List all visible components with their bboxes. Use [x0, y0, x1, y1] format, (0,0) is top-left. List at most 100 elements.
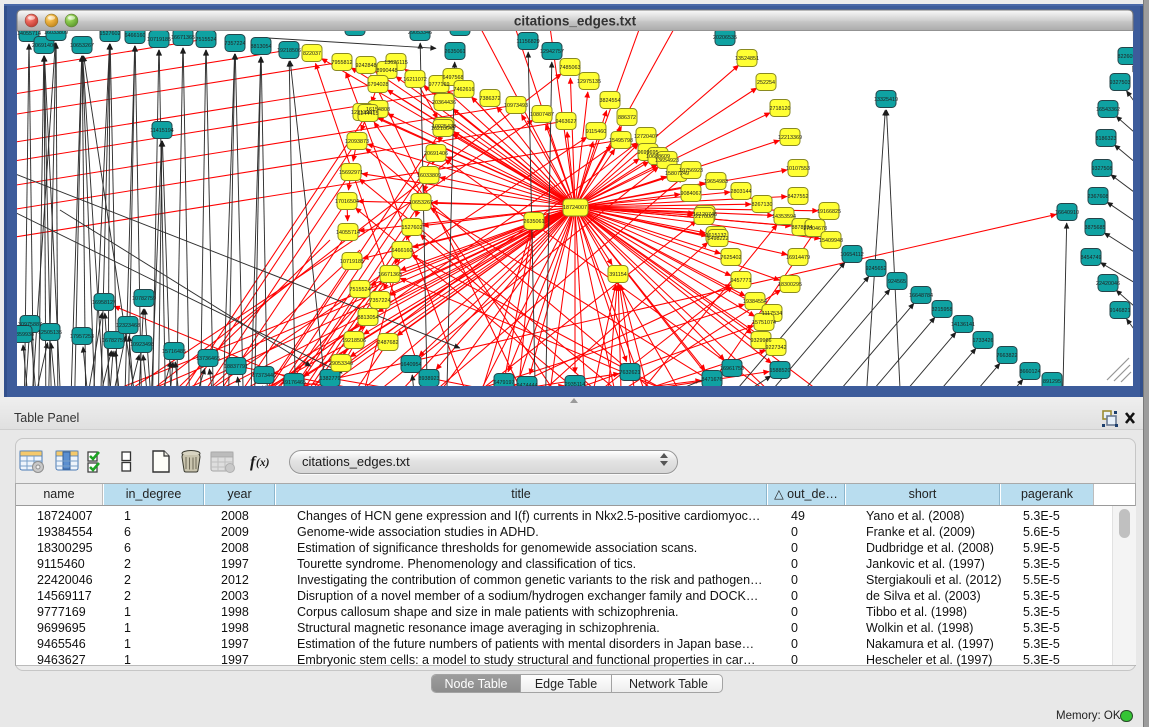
svg-text:9115460: 9115460 [586, 129, 607, 135]
svg-text:17373446: 17373446 [252, 373, 276, 379]
svg-text:16033809: 16033809 [417, 173, 441, 179]
svg-text:13524851: 13524851 [735, 56, 759, 62]
svg-text:1382779: 1382779 [320, 376, 341, 382]
svg-text:7515524: 7515524 [196, 37, 217, 43]
svg-text:2803144: 2803144 [731, 189, 752, 195]
svg-text:14055714: 14055714 [336, 230, 360, 236]
svg-text:252254: 252254 [757, 80, 775, 86]
svg-text:16543362: 16543362 [1096, 107, 1120, 113]
svg-text:16671365: 16671365 [378, 272, 402, 278]
svg-text:8990448: 8990448 [377, 68, 398, 74]
svg-text:7357224: 7357224 [370, 298, 391, 304]
svg-text:8454749: 8454749 [1081, 255, 1102, 261]
svg-text:18837791: 18837791 [224, 364, 248, 370]
svg-text:15716485: 15716485 [162, 349, 186, 355]
svg-text:16782759: 16782759 [102, 338, 126, 344]
svg-text:13626115: 13626115 [384, 60, 408, 66]
svg-text:8813054: 8813054 [251, 44, 272, 50]
svg-text:8267130: 8267130 [752, 202, 773, 208]
svg-text:16210643: 16210643 [431, 126, 455, 132]
svg-text:15692971: 15692971 [339, 170, 363, 176]
svg-text:12720407: 12720407 [634, 134, 658, 140]
svg-text:924565: 924565 [888, 279, 906, 285]
svg-text:12505135: 12505135 [38, 330, 62, 336]
svg-text:29053346: 29053346 [329, 361, 353, 367]
svg-text:10782759: 10782759 [132, 296, 156, 302]
svg-text:9084067: 9084067 [681, 191, 702, 197]
svg-text:6466160: 6466160 [392, 248, 413, 254]
svg-text:20206535: 20206535 [713, 35, 737, 41]
svg-text:10719185: 10719185 [147, 37, 171, 43]
svg-text:13325419: 13325419 [874, 97, 898, 103]
svg-text:9327503: 9327503 [1110, 80, 1131, 86]
svg-text:13736465: 13736465 [196, 356, 220, 362]
svg-text:1117534: 1117534 [762, 311, 782, 317]
svg-text:20364436: 20364436 [432, 100, 456, 106]
svg-text:7357224: 7357224 [225, 41, 246, 47]
svg-text:10973493: 10973493 [504, 103, 528, 109]
svg-text:8427552: 8427552 [788, 194, 809, 200]
svg-text:10653267: 10653267 [409, 200, 433, 206]
svg-text:17016504: 17016504 [335, 199, 359, 205]
svg-text:19166825: 19166825 [817, 209, 841, 215]
svg-text:7485063: 7485063 [560, 65, 581, 71]
svg-text:9146821: 9146821 [1110, 308, 1131, 314]
svg-text:22420046: 22420046 [1096, 281, 1120, 287]
svg-text:7462616: 7462616 [454, 87, 475, 93]
svg-text:10923498: 10923498 [130, 342, 154, 348]
svg-text:30975887: 30975887 [18, 322, 42, 328]
svg-text:9457771: 9457771 [731, 278, 752, 284]
svg-text:3824554: 3824554 [600, 98, 621, 104]
svg-text:7663822: 7663822 [997, 353, 1018, 359]
svg-text:15409948: 15409948 [819, 238, 843, 244]
svg-text:9329966: 9329966 [751, 338, 772, 344]
svg-text:2367608: 2367608 [1088, 194, 1109, 200]
svg-text:7625402: 7625402 [721, 255, 742, 261]
svg-text:citations_edges.txt: citations_edges.txt [514, 14, 637, 29]
svg-text:20691406: 20691406 [424, 151, 448, 157]
svg-text:7515524: 7515524 [350, 287, 371, 293]
svg-text:15751074: 15751074 [752, 320, 776, 326]
svg-text:8813054: 8813054 [358, 315, 379, 321]
svg-text:14353594: 14353594 [772, 214, 796, 220]
svg-text:1733426: 1733426 [973, 338, 994, 344]
svg-text:19176465: 19176465 [282, 380, 306, 386]
svg-text:12323468: 12323468 [116, 323, 140, 329]
svg-text:16958127: 16958127 [92, 300, 116, 306]
svg-text:9777169: 9777169 [429, 82, 450, 88]
svg-text:2635061: 2635061 [445, 49, 466, 55]
svg-text:8660124: 8660124 [1020, 369, 1041, 375]
svg-text:17004678: 17004678 [803, 226, 827, 232]
svg-text:17957253: 17957253 [70, 334, 94, 340]
svg-text:14136141: 14136141 [951, 322, 975, 328]
svg-text:6497568: 6497568 [443, 75, 464, 81]
svg-text:8938923: 8938923 [419, 376, 440, 382]
svg-text:7955812: 7955812 [332, 60, 353, 66]
svg-text:10719185: 10719185 [340, 259, 364, 265]
svg-text:20691406: 20691406 [32, 43, 56, 49]
svg-text:1244415: 1244415 [358, 111, 379, 117]
svg-text:1527602: 1527602 [402, 225, 423, 231]
svg-text:10653267: 10653267 [70, 43, 94, 49]
svg-text:891295: 891295 [1043, 379, 1061, 385]
svg-text:6794028: 6794028 [368, 82, 389, 88]
svg-text:10654112: 10654112 [840, 252, 864, 258]
svg-text:1640954: 1640954 [401, 362, 422, 368]
svg-text:16640910: 16640910 [1055, 210, 1079, 216]
svg-text:8186323: 8186323 [1096, 136, 1117, 142]
svg-text:(x): (x) [256, 457, 270, 469]
svg-text:16648784: 16648784 [909, 293, 933, 299]
svg-text:6466160: 6466160 [125, 33, 146, 39]
svg-text:16211072: 16211072 [403, 77, 427, 83]
svg-text:1588520: 1588520 [770, 368, 791, 374]
svg-text:5498222: 5498222 [708, 236, 729, 242]
svg-text:11415194: 11415194 [150, 128, 174, 134]
svg-text:10107553: 10107553 [786, 166, 810, 172]
svg-text:1527602: 1527602 [100, 31, 121, 37]
svg-text:9227342: 9227342 [766, 345, 787, 351]
svg-text:12213369: 12213369 [778, 135, 802, 141]
svg-text:14055714: 14055714 [17, 31, 41, 37]
svg-text:886372: 886372 [618, 115, 636, 121]
svg-text:13654923: 13654923 [655, 158, 679, 164]
svg-text:7386372: 7386372 [480, 96, 501, 102]
